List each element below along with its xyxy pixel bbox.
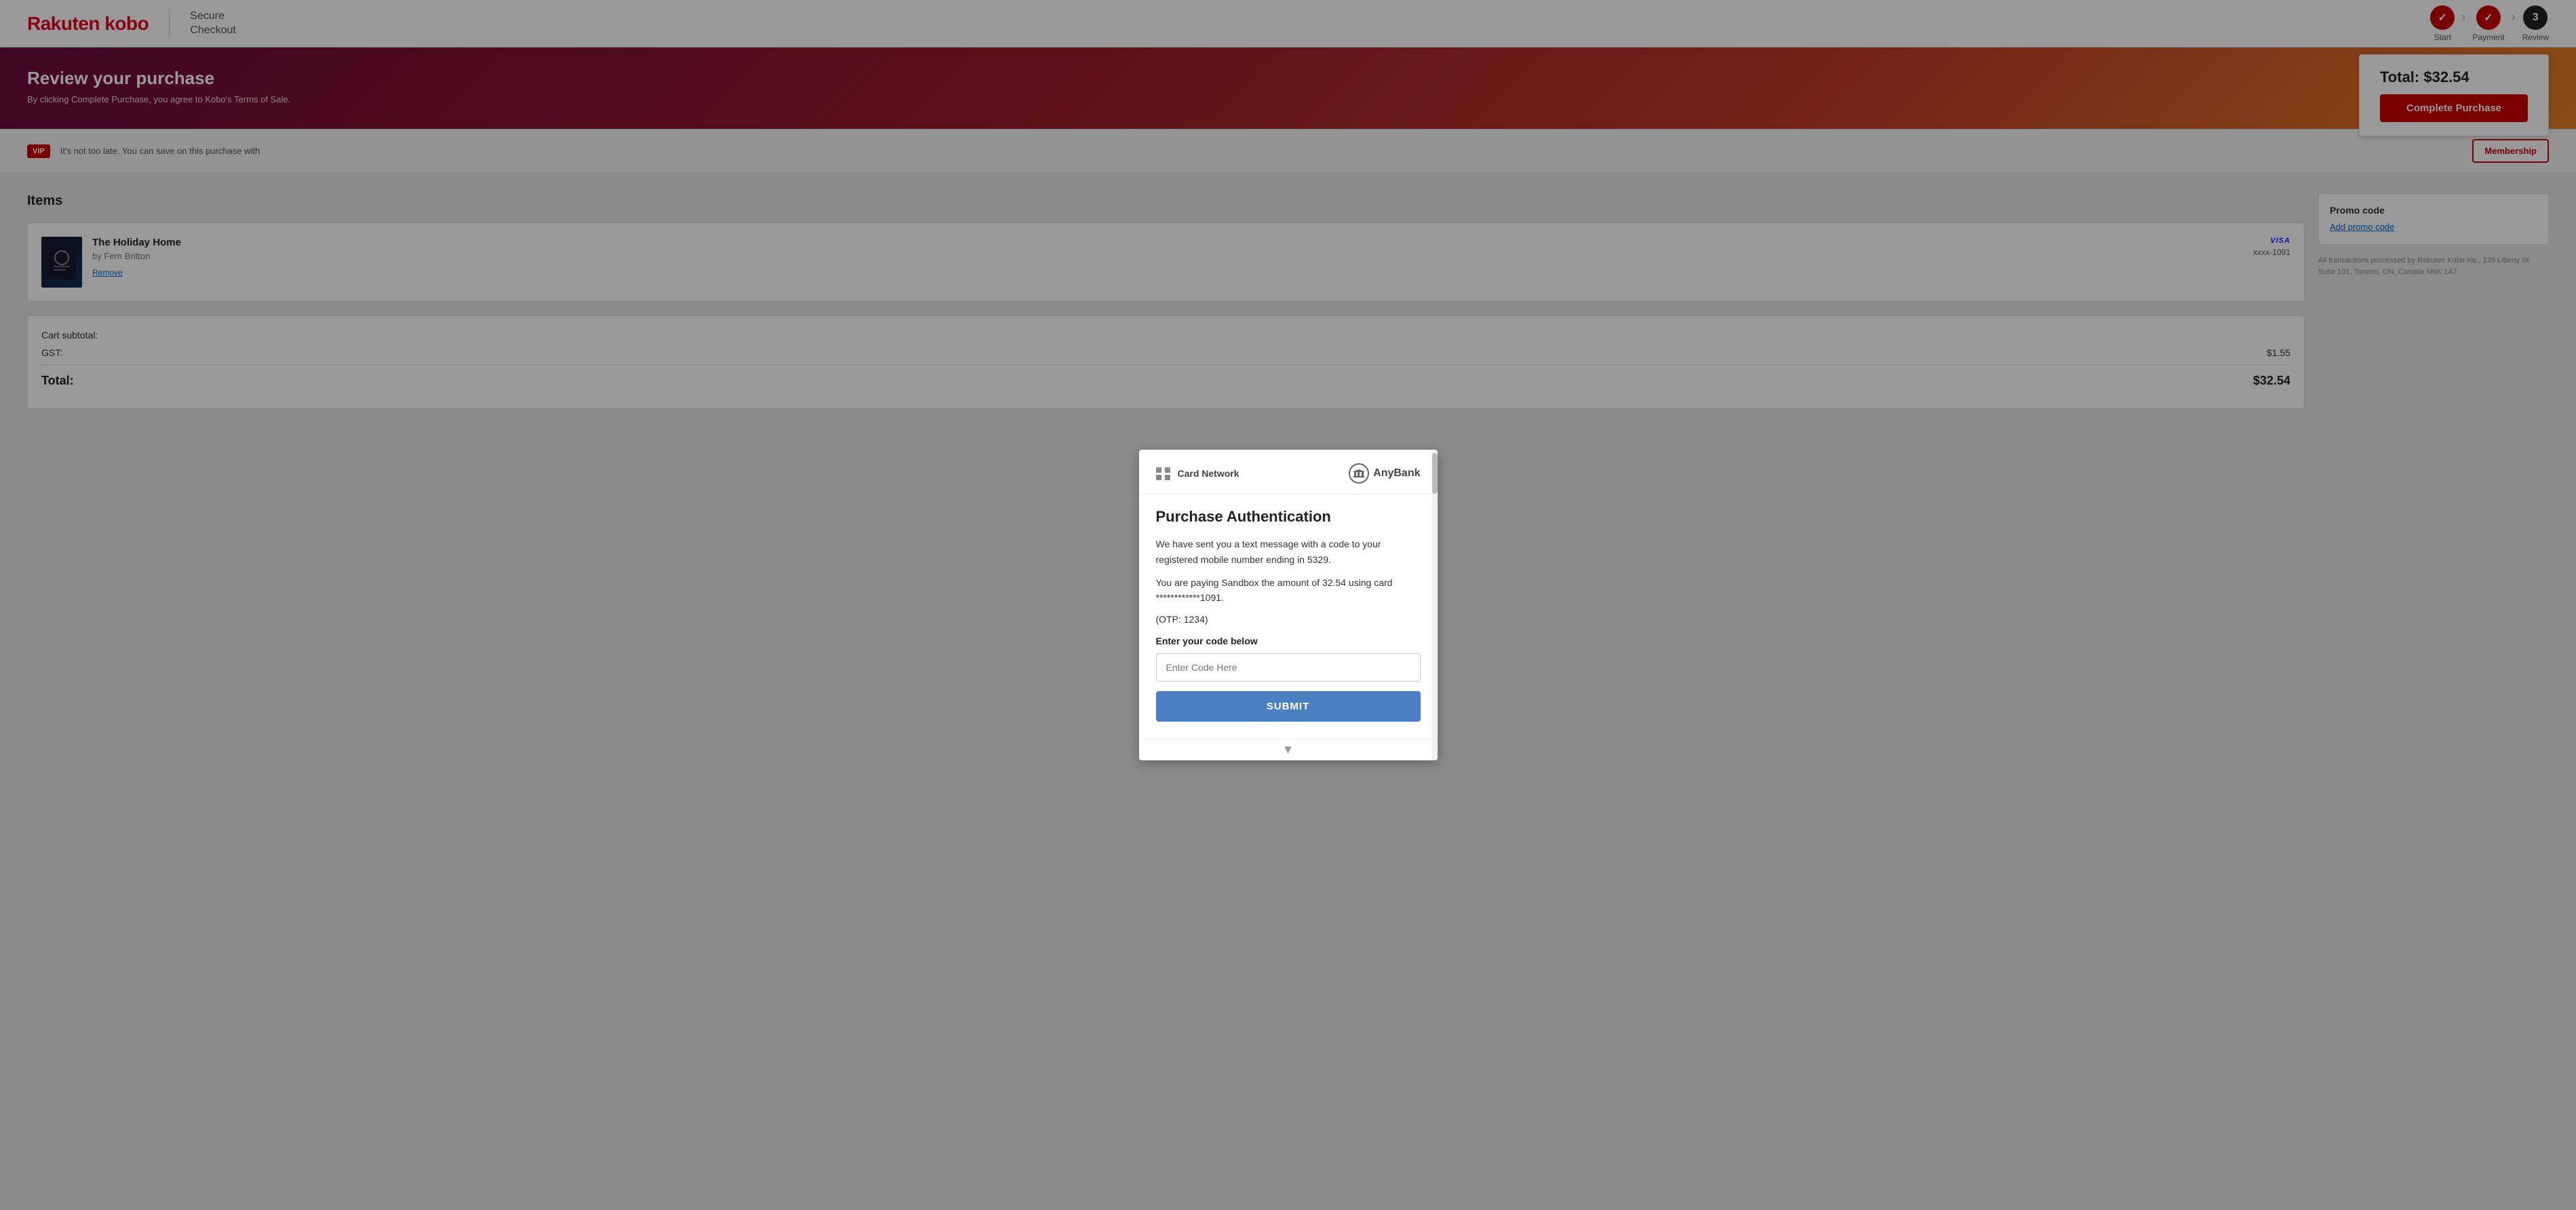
anybank-text: AnyBank	[1373, 467, 1420, 480]
code-input[interactable]	[1156, 653, 1421, 682]
modal-body: Purchase Authentication We have sent you…	[1139, 494, 1438, 739]
authentication-modal: Card Network AnyBank Purchase Authentica…	[1139, 450, 1438, 760]
modal-header: Card Network AnyBank	[1139, 450, 1438, 494]
card-network-logo: Card Network	[1156, 467, 1239, 480]
cn-dot-4	[1165, 475, 1170, 480]
cn-dot-3	[1156, 475, 1161, 480]
submit-button[interactable]: SUBMIT	[1156, 691, 1421, 722]
scrollbar-thumb	[1432, 453, 1438, 494]
modal-scrollbar[interactable]	[1432, 450, 1438, 760]
scroll-down-indicator[interactable]: ▼	[1139, 739, 1438, 760]
modal-title: Purchase Authentication	[1156, 508, 1421, 526]
modal-code-label: Enter your code below	[1156, 636, 1421, 646]
cn-dot-1	[1156, 467, 1161, 473]
modal-message-1: We have sent you a text message with a c…	[1156, 536, 1421, 567]
modal-message-2: You are paying Sandbox the amount of 32.…	[1156, 575, 1421, 606]
cn-dot-2	[1165, 467, 1170, 473]
card-network-text: Card Network	[1178, 468, 1239, 479]
modal-otp: (OTP: 1234)	[1156, 614, 1421, 625]
anybank-svg-icon	[1353, 469, 1365, 478]
card-network-grid-icon	[1156, 467, 1172, 480]
anybank-icon	[1349, 463, 1369, 484]
modal-overlay[interactable]: Card Network AnyBank Purchase Authentica…	[0, 0, 2576, 1210]
anybank-logo: AnyBank	[1349, 463, 1420, 484]
